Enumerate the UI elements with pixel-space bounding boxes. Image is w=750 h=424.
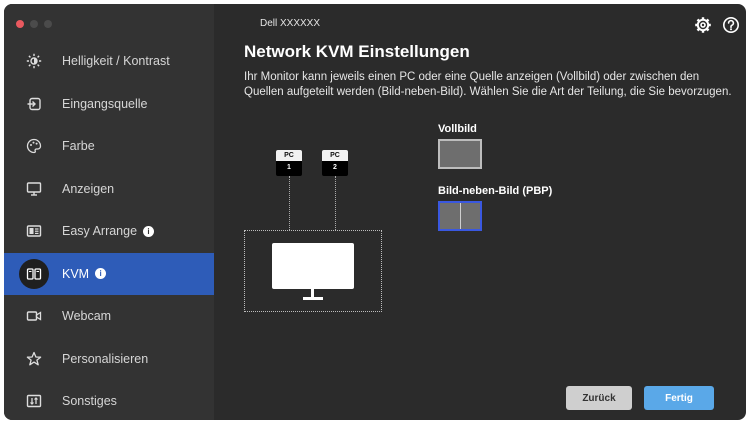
sidebar-item-color[interactable]: Farbe bbox=[4, 125, 214, 168]
gear-icon[interactable] bbox=[694, 16, 712, 39]
fullscreen-label: Vollbild bbox=[438, 123, 477, 135]
monitor-screen bbox=[272, 243, 354, 289]
monitor-base bbox=[303, 297, 323, 300]
display-icon bbox=[19, 174, 49, 204]
sidebar-item-easy-arrange[interactable]: Easy Arrange i bbox=[4, 210, 214, 253]
sidebar-item-brightness[interactable]: Helligkeit / Kontrast bbox=[4, 40, 214, 83]
pc2-number: 2 bbox=[322, 161, 348, 176]
sidebar-item-label: Farbe bbox=[62, 139, 95, 154]
sidebar-item-label: KVM bbox=[62, 266, 90, 281]
brightness-icon bbox=[19, 46, 49, 76]
sidebar-item-kvm[interactable]: KVM i bbox=[4, 252, 214, 295]
sidebar: Helligkeit / Kontrast Eingangsquelle Far… bbox=[4, 4, 214, 420]
pbp-label: Bild-neben-Bild (PBP) bbox=[438, 185, 553, 197]
kvm-icon bbox=[19, 258, 49, 289]
pbp-right-pane bbox=[460, 203, 480, 229]
info-icon[interactable]: i bbox=[143, 225, 155, 237]
monitor-frame bbox=[244, 230, 382, 312]
page-title: Network KVM Einstellungen bbox=[244, 42, 470, 61]
minimize-window-button[interactable] bbox=[30, 20, 38, 28]
pbp-left-pane bbox=[440, 203, 460, 229]
info-icon[interactable]: i bbox=[95, 268, 107, 280]
pc1-tag: PC 1 bbox=[276, 150, 302, 176]
zoom-window-button[interactable] bbox=[44, 20, 52, 28]
sidebar-item-display[interactable]: Anzeigen bbox=[4, 168, 214, 211]
pc2-connector bbox=[335, 176, 336, 230]
sidebar-nav: Helligkeit / Kontrast Eingangsquelle Far… bbox=[4, 40, 214, 420]
app-title: Dell XXXXXX bbox=[260, 18, 321, 29]
pc1-number: 1 bbox=[276, 161, 302, 176]
webcam-icon bbox=[19, 301, 49, 331]
app-window: Helligkeit / Kontrast Eingangsquelle Far… bbox=[4, 4, 746, 420]
header-icons bbox=[694, 16, 740, 39]
pc1-connector bbox=[289, 176, 290, 230]
sidebar-item-input-source[interactable]: Eingangsquelle bbox=[4, 83, 214, 126]
sidebar-item-label: Easy Arrange bbox=[62, 224, 138, 239]
pbp-option[interactable] bbox=[438, 201, 482, 231]
input-source-icon bbox=[19, 89, 49, 119]
page-description: Ihr Monitor kann jeweils einen PC oder e… bbox=[244, 71, 732, 98]
layout-icon bbox=[19, 216, 49, 246]
help-icon[interactable] bbox=[722, 16, 740, 39]
done-button[interactable]: Fertig bbox=[644, 386, 714, 410]
close-window-button[interactable] bbox=[16, 20, 24, 28]
sidebar-item-webcam[interactable]: Webcam bbox=[4, 295, 214, 338]
others-icon bbox=[19, 386, 49, 416]
sidebar-item-label: Helligkeit / Kontrast bbox=[62, 54, 170, 69]
window-controls bbox=[16, 20, 52, 28]
sidebar-item-label: Webcam bbox=[62, 309, 112, 324]
sidebar-item-label: Eingangsquelle bbox=[62, 96, 148, 111]
sidebar-item-others[interactable]: Sonstiges bbox=[4, 380, 214, 420]
sidebar-item-label: Anzeigen bbox=[62, 181, 115, 196]
back-button[interactable]: Zurück bbox=[566, 386, 632, 410]
pc1-label: PC bbox=[276, 150, 302, 161]
sidebar-item-personalize[interactable]: Personalisieren bbox=[4, 338, 214, 381]
color-palette-icon bbox=[19, 131, 49, 161]
fullscreen-option[interactable] bbox=[438, 139, 482, 169]
pc2-label: PC bbox=[322, 150, 348, 161]
main-panel: Dell XXXXXX Network KVM Einstellungen Ih… bbox=[214, 4, 746, 420]
kvm-diagram: PC 1 PC 2 bbox=[244, 144, 404, 314]
star-icon bbox=[19, 344, 49, 374]
pc2-tag: PC 2 bbox=[322, 150, 348, 176]
sidebar-item-label: Personalisieren bbox=[62, 351, 149, 366]
sidebar-item-label: Sonstiges bbox=[62, 394, 117, 409]
